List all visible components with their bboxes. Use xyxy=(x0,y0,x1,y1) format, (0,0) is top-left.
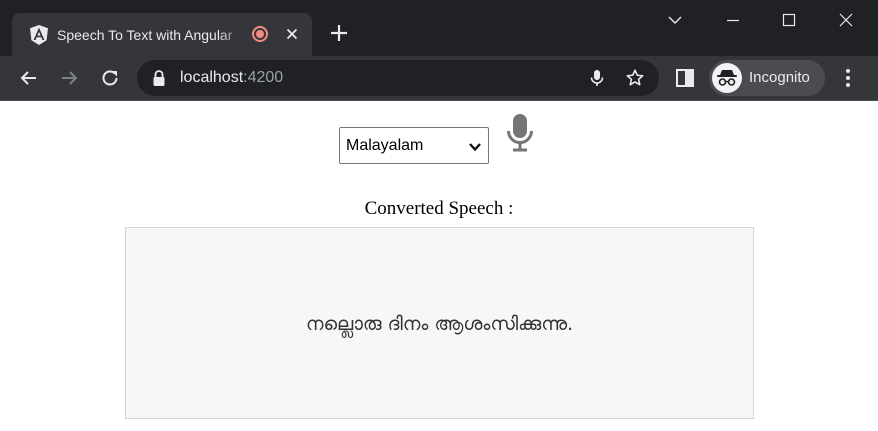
kebab-menu-icon[interactable] xyxy=(838,67,858,89)
url-text[interactable]: localhost:4200 xyxy=(180,68,283,88)
language-select[interactable]: Malayalam xyxy=(339,127,489,164)
tab-close-icon[interactable] xyxy=(282,24,302,44)
incognito-icon xyxy=(712,63,742,93)
url-host: localhost xyxy=(180,69,244,86)
address-bar[interactable]: localhost:4200 xyxy=(137,60,659,96)
lock-icon[interactable] xyxy=(151,69,167,87)
page-content: Malayalam Converted Speech : നല്ലൊരു ദിന… xyxy=(0,101,878,431)
side-panel-icon[interactable] xyxy=(674,67,696,89)
microphone-icon[interactable] xyxy=(505,113,535,153)
close-icon xyxy=(286,28,298,40)
browser-toolbar: localhost:4200 Incognito xyxy=(0,56,878,101)
recording-icon xyxy=(252,26,268,42)
maximize-icon[interactable] xyxy=(777,8,801,32)
arrow-right-icon[interactable] xyxy=(57,66,81,90)
chevron-down-icon[interactable] xyxy=(663,8,687,32)
converted-text: നല്ലൊരു ദിനം ആശംസിക്കുന്നു. xyxy=(305,313,574,335)
chevron-down-icon xyxy=(469,143,481,152)
star-icon[interactable] xyxy=(624,67,646,89)
incognito-label: Incognito xyxy=(749,69,810,86)
browser-tab[interactable]: Speech To Text with Angular xyxy=(12,13,312,56)
browser-titlebar: Speech To Text with Angular xyxy=(0,0,878,56)
converted-speech-label: Converted Speech : xyxy=(364,198,514,219)
reload-icon[interactable] xyxy=(98,66,122,90)
new-tab-plus-icon[interactable] xyxy=(327,21,351,45)
angular-logo-icon xyxy=(30,25,48,45)
converted-text-box: നല്ലൊരു ദിനം ആശംസിക്കുന്നു. xyxy=(125,227,754,419)
microphone-icon[interactable] xyxy=(587,68,607,88)
incognito-profile-button[interactable]: Incognito xyxy=(709,60,825,96)
url-port: :4200 xyxy=(243,69,284,86)
minimize-icon[interactable] xyxy=(721,8,745,32)
window-close-icon[interactable] xyxy=(834,8,858,32)
tab-title: Speech To Text with Angular xyxy=(57,27,233,43)
language-select-value: Malayalam xyxy=(346,137,424,154)
arrow-left-icon[interactable] xyxy=(17,66,41,90)
